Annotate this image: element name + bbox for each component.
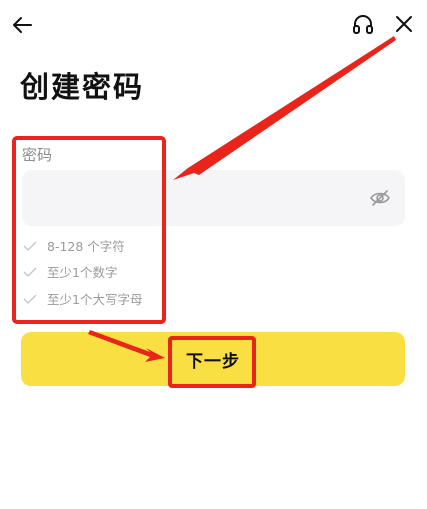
annotation-highlight-next xyxy=(168,336,256,388)
headset-icon[interactable] xyxy=(351,13,375,37)
close-icon[interactable] xyxy=(392,12,416,36)
annotation-highlight-password xyxy=(12,136,166,324)
eye-off-icon[interactable] xyxy=(369,188,391,208)
page-title: 创建密码 xyxy=(20,70,145,104)
back-arrow-icon[interactable] xyxy=(10,12,36,38)
annotation-arrow-to-field xyxy=(173,36,396,180)
